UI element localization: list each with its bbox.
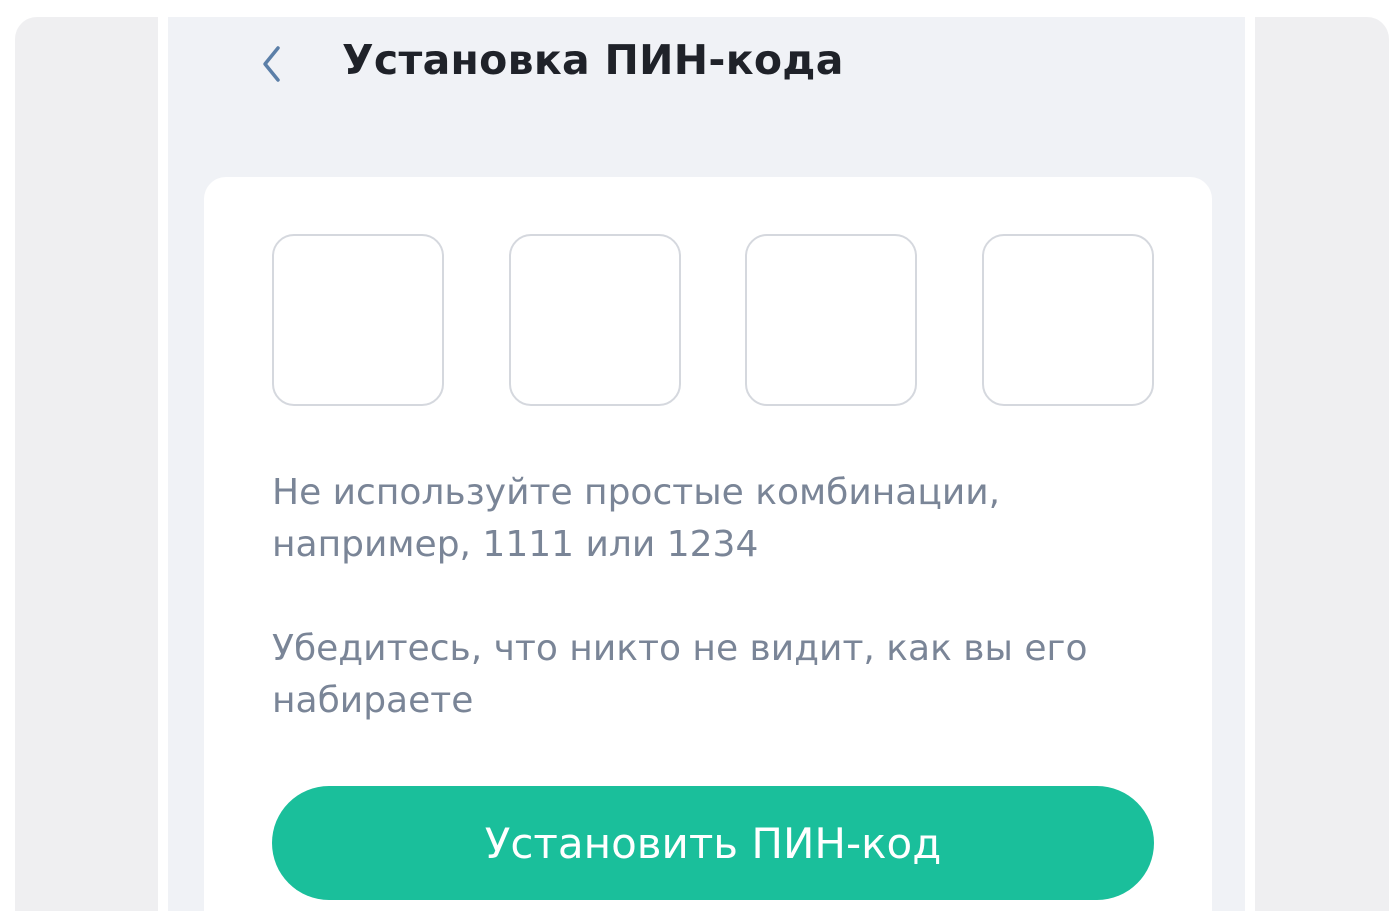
frame-divider-left	[158, 17, 168, 911]
hint-simple-combinations: Не используйте простые комбинации, напри…	[272, 472, 1001, 565]
pin-card: Не используйте простые комбинации, напри…	[204, 177, 1212, 911]
back-button[interactable]	[254, 41, 290, 87]
frame-divider-right	[1245, 17, 1255, 911]
pin-digit-2[interactable]	[509, 234, 681, 406]
hint-privacy: Убедитесь, что никто не видит, как вы ег…	[272, 628, 1088, 721]
pin-digit-4[interactable]	[982, 234, 1154, 406]
set-pin-button[interactable]: Установить ПИН-код	[272, 786, 1154, 900]
chevron-left-icon	[263, 46, 280, 82]
page-title: Установка ПИН-кода	[342, 36, 844, 84]
pin-setup-screen: Установка ПИН-кода Не используйте просты…	[168, 17, 1245, 911]
pin-digit-3[interactable]	[745, 234, 917, 406]
pin-digit-1[interactable]	[272, 234, 444, 406]
pin-input-group	[272, 234, 1154, 406]
app-frame: Установка ПИН-кода Не используйте просты…	[15, 17, 1389, 911]
